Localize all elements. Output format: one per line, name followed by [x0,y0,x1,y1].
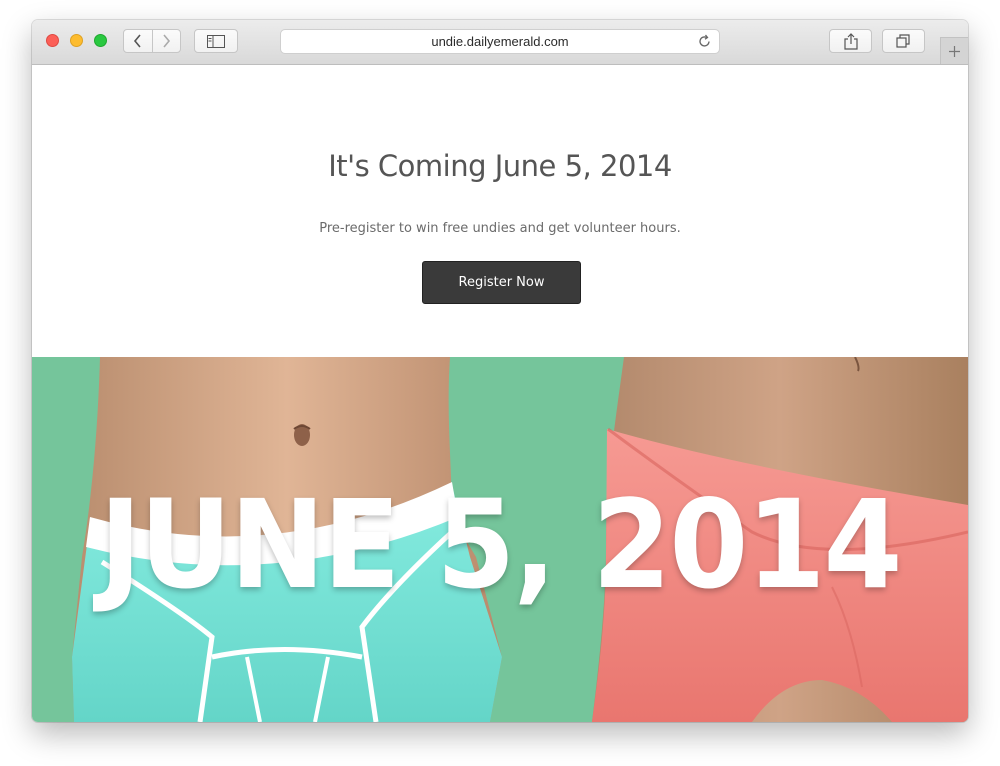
maximize-window-button[interactable] [94,34,107,47]
back-button[interactable] [124,30,152,52]
date-banner: JUNE 5, 2014 [32,357,968,722]
chevron-right-icon [163,34,171,48]
forward-button[interactable] [151,30,181,52]
hero-section: It's Coming June 5, 2014 Pre-register to… [32,65,968,357]
new-tab-button[interactable] [940,37,968,64]
page-content: It's Coming June 5, 2014 Pre-register to… [32,65,968,722]
hero-subtitle: Pre-register to win free undies and get … [319,221,681,236]
browser-toolbar: undie.dailyemerald.com [32,20,968,65]
tabs-icon [896,34,910,48]
reload-icon [699,34,710,47]
share-icon [843,32,858,50]
register-now-button[interactable]: Register Now [422,261,581,304]
sidebar-icon [207,34,225,48]
history-nav [123,29,181,53]
banner-date-text: JUNE 5, 2014 [99,474,902,616]
plus-icon [949,45,960,57]
url-text: undie.dailyemerald.com [431,34,569,49]
close-window-button[interactable] [46,34,59,47]
address-bar[interactable]: undie.dailyemerald.com [280,29,720,54]
hero-title: It's Coming June 5, 2014 [328,149,672,183]
share-button[interactable] [829,29,872,53]
reload-button[interactable] [697,34,712,53]
browser-window: undie.dailyemerald.com It's Coming June … [32,20,968,722]
sidebar-button[interactable] [194,29,238,53]
chevron-left-icon [133,34,141,48]
show-tabs-button[interactable] [882,29,925,53]
minimize-window-button[interactable] [70,34,83,47]
